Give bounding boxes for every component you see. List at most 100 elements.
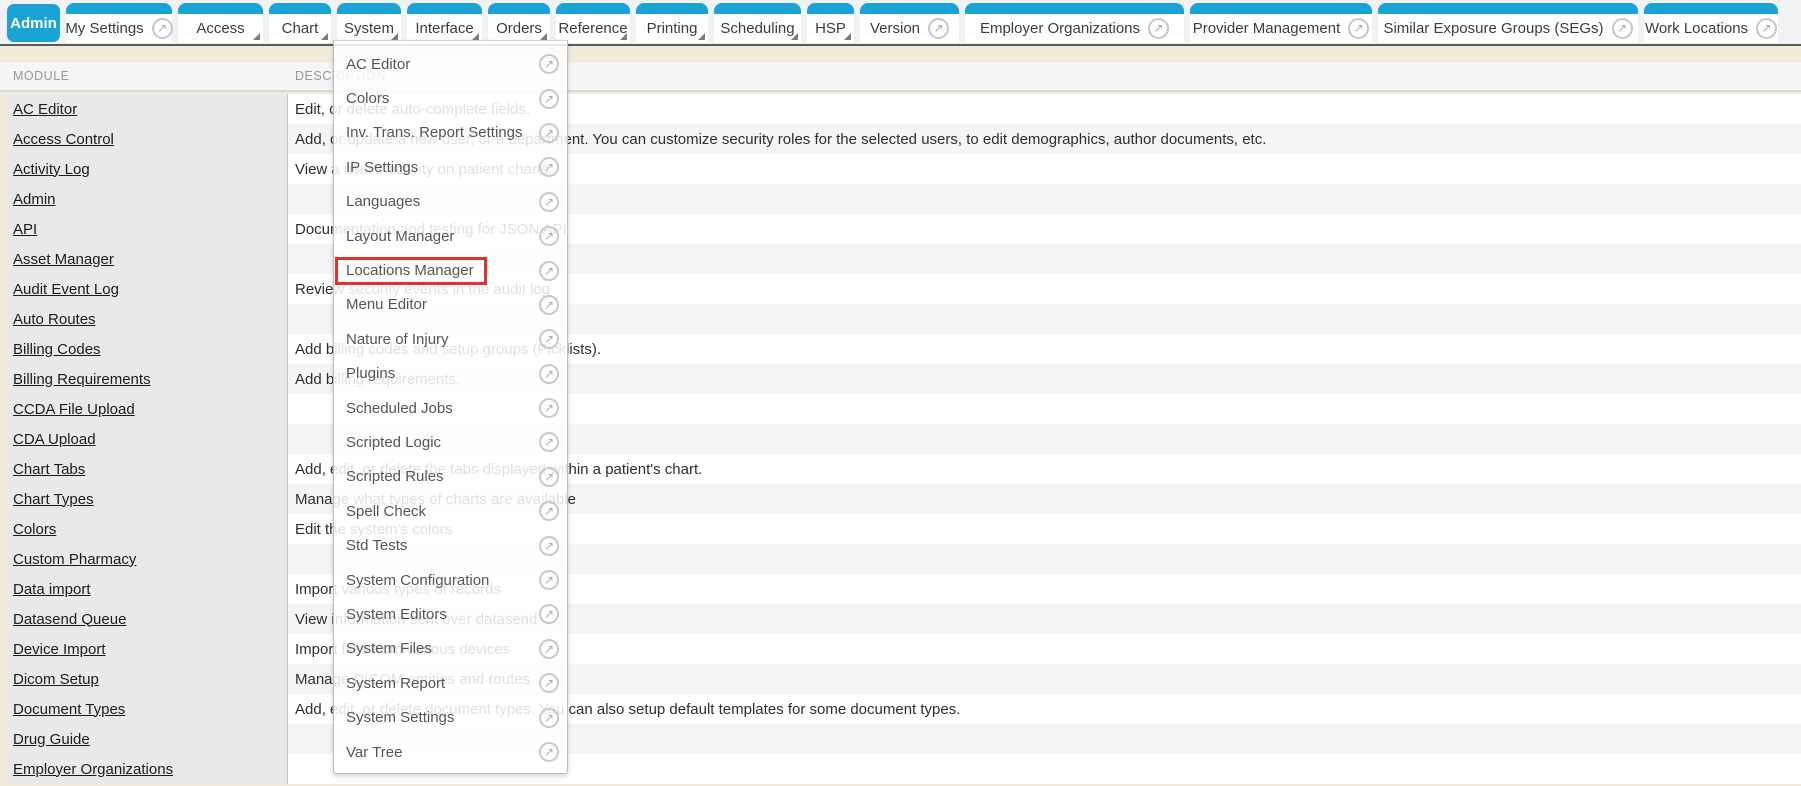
menu-item-languages[interactable]: Languages↗	[334, 185, 567, 219]
external-link-icon[interactable]: ↗	[539, 54, 559, 74]
menu-item-ac-editor[interactable]: AC Editor↗	[334, 47, 567, 81]
external-link-icon[interactable]: ↗	[539, 432, 559, 452]
menu-item-system-report[interactable]: System Report↗	[334, 666, 567, 700]
external-link-icon[interactable]: ↗	[1756, 18, 1777, 39]
tab-interface[interactable]: Interface	[407, 3, 482, 43]
tab-work-locations[interactable]: Work Locations↗	[1644, 3, 1778, 43]
module-link-ccda-file-upload[interactable]: CCDA File Upload	[13, 401, 135, 418]
submenu-notch-icon	[698, 33, 705, 40]
external-link-icon[interactable]: ↗	[539, 501, 559, 521]
module-link-asset-manager[interactable]: Asset Manager	[13, 251, 114, 268]
table-row: Dicom SetupManage DICOM entities and rou…	[0, 664, 1801, 694]
external-link-icon[interactable]: ↗	[928, 18, 949, 39]
menu-item-label: Inv. Trans. Report Settings	[346, 124, 522, 141]
menu-item-layout-manager[interactable]: Layout Manager↗	[334, 219, 567, 253]
menu-item-plugins[interactable]: Plugins↗	[334, 357, 567, 391]
external-link-icon[interactable]: ↗	[539, 708, 559, 728]
module-link-billing-codes[interactable]: Billing Codes	[13, 341, 101, 358]
module-link-auto-routes[interactable]: Auto Routes	[13, 311, 96, 328]
menu-item-system-settings[interactable]: System Settings↗	[334, 700, 567, 734]
tab-printing[interactable]: Printing	[636, 3, 708, 43]
menu-item-system-files[interactable]: System Files↗	[334, 632, 567, 666]
module-link-access-control[interactable]: Access Control	[13, 131, 114, 148]
module-link-drug-guide[interactable]: Drug Guide	[13, 731, 90, 748]
menu-item-var-tree[interactable]: Var Tree↗	[334, 735, 567, 769]
module-link-activity-log[interactable]: Activity Log	[13, 161, 90, 178]
tab-similar-exposure-groups-segs[interactable]: Similar Exposure Groups (SEGs) ↗	[1378, 3, 1638, 43]
module-link-cda-upload[interactable]: CDA Upload	[13, 431, 96, 448]
external-link-icon[interactable]: ↗	[539, 364, 559, 384]
external-link-icon[interactable]: ↗	[539, 89, 559, 109]
external-link-icon[interactable]: ↗	[539, 467, 559, 487]
tab-top-accent	[1190, 3, 1372, 14]
external-link-icon[interactable]: ↗	[1612, 18, 1633, 39]
table-row: Chart TypesManage what types of charts a…	[0, 484, 1801, 514]
module-link-data-import[interactable]: Data import	[13, 581, 91, 598]
menu-item-colors[interactable]: Colors↗	[334, 81, 567, 115]
module-link-admin[interactable]: Admin	[13, 191, 56, 208]
module-link-custom-pharmacy[interactable]: Custom Pharmacy	[13, 551, 136, 568]
tab-chart[interactable]: Chart	[269, 3, 331, 43]
external-link-icon[interactable]: ↗	[539, 329, 559, 349]
module-cell: Custom Pharmacy	[7, 544, 288, 574]
menu-item-ip-settings[interactable]: IP Settings↗	[334, 150, 567, 184]
menu-item-scheduled-jobs[interactable]: Scheduled Jobs↗	[334, 391, 567, 425]
external-link-icon[interactable]: ↗	[1348, 18, 1369, 39]
external-link-icon[interactable]: ↗	[539, 604, 559, 624]
module-link-employer-organizations[interactable]: Employer Organizations	[13, 761, 173, 778]
module-link-audit-event-log[interactable]: Audit Event Log	[13, 281, 119, 298]
external-link-icon[interactable]: ↗	[539, 570, 559, 590]
submenu-notch-icon	[391, 33, 398, 40]
tab-system[interactable]: System	[337, 3, 401, 43]
external-link-icon[interactable]: ↗	[539, 536, 559, 556]
menu-item-scripted-logic[interactable]: Scripted Logic↗	[334, 425, 567, 459]
tab-label: Similar Exposure Groups (SEGs)	[1383, 20, 1603, 37]
menu-item-locations-manager[interactable]: Locations Manager↗	[334, 253, 567, 287]
menu-item-scripted-rules[interactable]: Scripted Rules↗	[334, 460, 567, 494]
tab-employer-organizations[interactable]: Employer Organizations↗	[965, 3, 1184, 43]
module-link-chart-tabs[interactable]: Chart Tabs	[13, 461, 85, 478]
table-row: Employer Organizations	[0, 754, 1801, 784]
external-link-icon[interactable]: ↗	[539, 192, 559, 212]
external-link-icon[interactable]: ↗	[539, 226, 559, 246]
external-link-icon[interactable]: ↗	[539, 398, 559, 418]
menu-item-system-configuration[interactable]: System Configuration↗	[334, 563, 567, 597]
tab-access[interactable]: Access	[178, 3, 263, 43]
module-link-document-types[interactable]: Document Types	[13, 701, 125, 718]
external-link-icon[interactable]: ↗	[1148, 18, 1169, 39]
menu-item-spell-check[interactable]: Spell Check↗	[334, 494, 567, 528]
tab-my-settings[interactable]: My Settings↗	[66, 3, 172, 43]
module-link-api[interactable]: API	[13, 221, 37, 238]
module-link-chart-types[interactable]: Chart Types	[13, 491, 94, 508]
module-cell: Datasend Queue	[7, 604, 288, 634]
module-link-ac-editor[interactable]: AC Editor	[13, 101, 77, 118]
tab-reference[interactable]: Reference	[556, 3, 630, 43]
tab-provider-management[interactable]: Provider Management↗	[1190, 3, 1372, 43]
external-link-icon[interactable]: ↗	[539, 295, 559, 315]
menu-item-inv-trans-report-settings[interactable]: Inv. Trans. Report Settings ↗	[334, 116, 567, 150]
external-link-icon[interactable]: ↗	[539, 639, 559, 659]
tab-top-accent	[488, 3, 550, 14]
tab-scheduling[interactable]: Scheduling	[714, 3, 801, 43]
module-link-dicom-setup[interactable]: Dicom Setup	[13, 671, 99, 688]
tab-version[interactable]: Version↗	[860, 3, 959, 43]
external-link-icon[interactable]: ↗	[539, 261, 559, 281]
module-link-datasend-queue[interactable]: Datasend Queue	[13, 611, 126, 628]
external-link-icon[interactable]: ↗	[539, 157, 559, 177]
menu-item-nature-of-injury[interactable]: Nature of Injury↗	[334, 322, 567, 356]
module-cell: Billing Requirements	[7, 364, 288, 394]
module-link-billing-requirements[interactable]: Billing Requirements	[13, 371, 151, 388]
module-link-colors[interactable]: Colors	[13, 521, 56, 538]
tab-orders[interactable]: Orders	[488, 3, 550, 43]
external-link-icon[interactable]: ↗	[539, 742, 559, 762]
tab-label: Interface	[415, 20, 473, 37]
tab-admin[interactable]: Admin	[7, 4, 60, 42]
menu-item-system-editors[interactable]: System Editors↗	[334, 597, 567, 631]
external-link-icon[interactable]: ↗	[539, 673, 559, 693]
external-link-icon[interactable]: ↗	[152, 18, 173, 39]
external-link-icon[interactable]: ↗	[539, 123, 559, 143]
tab-hsp[interactable]: HSP	[807, 3, 854, 43]
module-link-device-import[interactable]: Device Import	[13, 641, 106, 658]
menu-item-menu-editor[interactable]: Menu Editor↗	[334, 288, 567, 322]
menu-item-std-tests[interactable]: Std Tests↗	[334, 528, 567, 562]
